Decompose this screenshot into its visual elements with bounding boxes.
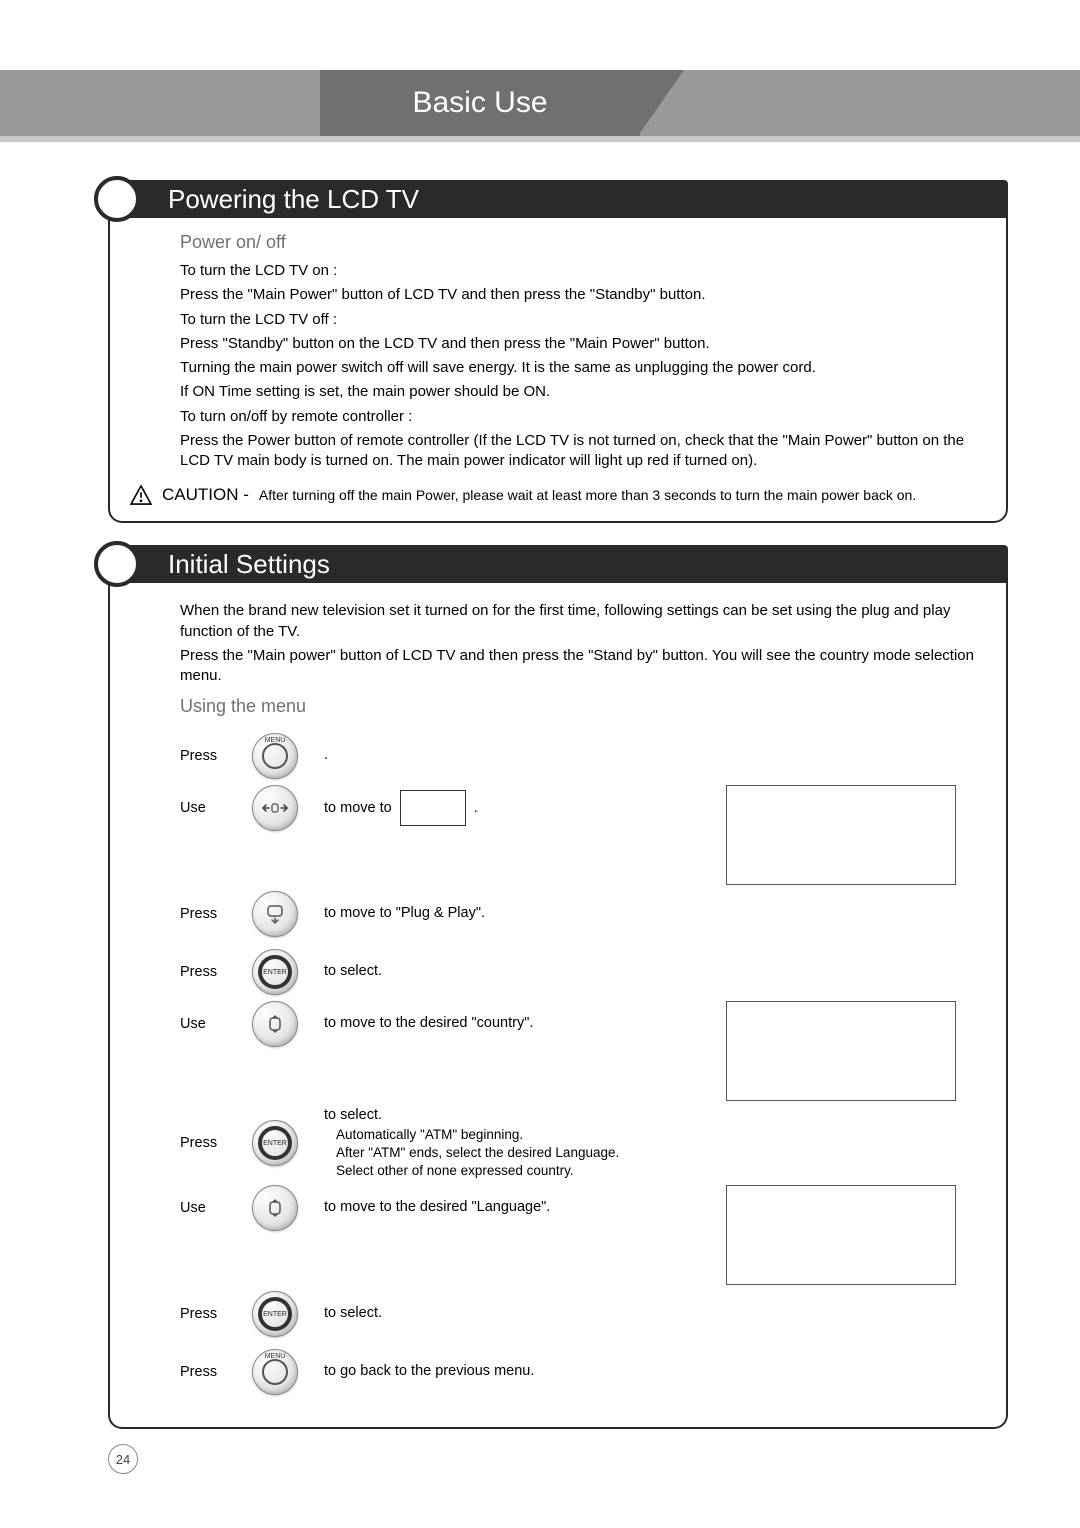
step-verb: Press [180,1364,240,1380]
step-row: Press ENTER to select. [180,1285,986,1343]
step-row: Press to move to "Plug & Play". [180,885,986,943]
page-number: 24 [108,1444,138,1474]
step-text-part: to select. [324,1107,382,1123]
power-subhead: Power on/ off [180,232,986,253]
up-down-button-icon [252,1185,298,1231]
step-row: Use to move to . [180,785,986,885]
section-header-initial: Initial Settings [108,545,1008,583]
power-line: To turn the LCD TV off : [180,310,986,330]
section-body-power: Power on/ off To turn the LCD TV on : Pr… [108,218,1008,523]
menu-button-icon: MENU [252,1349,298,1395]
page-tab: Basic Use [320,70,640,136]
step-text: to select. Automatically "ATM" beginning… [324,1106,714,1180]
step-text: to move to the desired "country". [324,1014,714,1034]
step-row: Use to move to the desired "country". [180,1001,986,1101]
caution-row: CAUTION - After turning off the main Pow… [130,485,986,505]
section-body-initial: When the brand new television set it tur… [108,583,1008,1429]
step-row: Press ENTER to select. [180,943,986,1001]
power-line: To turn the LCD TV on : [180,261,986,281]
section-header-power: Powering the LCD TV [108,180,1008,218]
page-tab-slant [638,70,684,136]
initial-intro: When the brand new television set it tur… [180,601,986,642]
enter-label: ENTER [263,1311,287,1318]
power-line: Press "Standby" button on the LCD TV and… [180,334,986,354]
power-line: Press the Power button of remote control… [180,431,986,472]
down-button-icon [252,891,298,937]
enter-label: ENTER [263,969,287,976]
page-number-value: 24 [116,1452,130,1467]
enter-button-icon: ENTER [252,1120,298,1166]
step-text: to select. [324,1304,714,1324]
step-row: Press MENU . [180,727,986,785]
step-verb: Use [180,1016,240,1032]
step-verb: Press [180,1135,240,1151]
menu-label: MENU [265,737,286,744]
initial-subhead: Using the menu [180,696,986,717]
caution-text: After turning off the main Power, please… [259,487,916,503]
step-text: to move to the desired "Language". [324,1198,714,1218]
left-right-button-icon [252,785,298,831]
step-subline: Select other of none expressed country. [324,1162,714,1180]
section-title: Powering the LCD TV [168,184,419,215]
step-text-part: to move to [324,800,392,816]
power-line: To turn on/off by remote controller : [180,407,986,427]
screenshot-placeholder [726,785,956,885]
step-text: . [324,746,714,766]
page-tab-label: Basic Use [412,86,547,120]
step-verb: Press [180,1306,240,1322]
step-verb: Press [180,748,240,764]
step-text: to select. [324,962,714,982]
warning-icon [130,485,152,505]
power-line: Turning the main power switch off will s… [180,358,986,378]
enter-label: ENTER [263,1140,287,1147]
step-text-part: . [474,800,478,816]
step-row: Press ENTER to select. Automatically "AT… [180,1101,986,1185]
step-text: to move to . [324,790,714,826]
step-verb: Use [180,800,240,816]
step-verb: Press [180,906,240,922]
step-subline: After "ATM" ends, select the desired Lan… [324,1144,714,1162]
step-subline: Automatically "ATM" beginning. [324,1126,714,1144]
up-down-button-icon [252,1001,298,1047]
step-row: Press MENU to go back to the previous me… [180,1343,986,1401]
power-line: Press the "Main Power" button of LCD TV … [180,285,986,305]
screenshot-placeholder [726,1001,956,1101]
initial-intro: Press the "Main power" button of LCD TV … [180,646,986,687]
step-text: to go back to the previous menu. [324,1362,714,1382]
step-verb: Press [180,964,240,980]
enter-button-icon: ENTER [252,949,298,995]
power-line: If ON Time setting is set, the main powe… [180,382,986,402]
enter-button-icon: ENTER [252,1291,298,1337]
step-text: to move to "Plug & Play". [324,904,714,924]
caution-label: CAUTION - [162,485,249,505]
inline-placeholder-box [400,790,466,826]
steps: Press MENU . Use to move to . [180,727,986,1401]
menu-label: MENU [265,1353,286,1360]
section-bullet-icon [94,541,140,587]
step-verb: Use [180,1200,240,1216]
step-row: Use to move to the desired "Language". [180,1185,986,1285]
page-content: Powering the LCD TV Power on/ off To tur… [108,180,1008,1451]
screenshot-placeholder [726,1185,956,1285]
section-title: Initial Settings [168,549,330,580]
menu-button-icon: MENU [252,733,298,779]
section-bullet-icon [94,176,140,222]
